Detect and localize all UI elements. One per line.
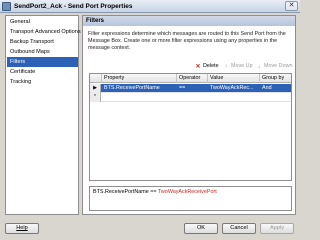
nav-item-backup-transport[interactable]: Backup Transport bbox=[7, 37, 78, 47]
column-header-property[interactable]: Property bbox=[102, 74, 177, 83]
nav-item-tracking[interactable]: Tracking bbox=[7, 77, 78, 87]
cell-property[interactable] bbox=[102, 93, 177, 102]
expression-property: BTS.ReceivePortName bbox=[93, 189, 149, 195]
nav-item-transport-advanced-options[interactable]: Transport Advanced Options bbox=[7, 27, 81, 37]
cell-value[interactable]: TwoWayAckRec... bbox=[208, 84, 260, 93]
move-down-icon: ↓ bbox=[257, 64, 261, 70]
title-bar: SendPort2_Ack - Send Port Properties ✕ bbox=[0, 0, 300, 13]
close-button[interactable]: ✕ bbox=[285, 1, 298, 11]
nav-item-general[interactable]: General bbox=[7, 17, 78, 27]
nav-item-certificate[interactable]: Certificate bbox=[7, 67, 78, 77]
column-header-group-by[interactable]: Group by bbox=[260, 74, 291, 83]
grid-corner bbox=[90, 74, 102, 83]
grid-header: Property Operator Value Group by bbox=[90, 74, 291, 83]
column-header-operator[interactable]: Operator bbox=[177, 74, 208, 83]
panel-header: Filters bbox=[83, 16, 295, 26]
delete-button[interactable]: ✕ Delete bbox=[195, 62, 219, 70]
move-up-icon: ↑ bbox=[224, 64, 228, 70]
panel-description: Filter expressions determine which messa… bbox=[88, 31, 286, 51]
table-row[interactable]: ▶ BTS.ReceivePortName == TwoWayAckRec...… bbox=[90, 84, 291, 93]
nav-item-outbound-maps[interactable]: Outbound Maps bbox=[7, 47, 78, 57]
table-row-new[interactable]: * bbox=[90, 93, 291, 102]
expression-value: TwoWayAckReceivePort bbox=[157, 189, 217, 195]
cell-value[interactable] bbox=[208, 93, 260, 102]
delete-label: Delete bbox=[203, 63, 219, 69]
close-icon: ✕ bbox=[288, 2, 295, 9]
cancel-button[interactable]: Cancel bbox=[222, 223, 256, 234]
column-header-value[interactable]: Value bbox=[208, 74, 260, 83]
dialog-body: General Transport Advanced Options Backu… bbox=[0, 13, 300, 240]
cell-group-by[interactable]: And bbox=[260, 84, 291, 93]
filters-panel: Filters Filter expressions determine whi… bbox=[82, 15, 296, 215]
move-down-button[interactable]: ↓ Move Down bbox=[256, 62, 293, 70]
nav-item-filters[interactable]: Filters bbox=[7, 57, 78, 67]
move-up-label: Move Up bbox=[231, 63, 253, 69]
move-up-button[interactable]: ↑ Move Up bbox=[223, 62, 253, 70]
window-title: SendPort2_Ack - Send Port Properties bbox=[14, 3, 133, 10]
ok-button[interactable]: OK bbox=[184, 223, 218, 234]
move-down-label: Move Down bbox=[264, 63, 293, 69]
expression-preview: BTS.ReceivePortName == TwoWayAckReceiveP… bbox=[89, 186, 292, 211]
delete-icon: ✕ bbox=[195, 64, 201, 70]
cell-operator[interactable] bbox=[177, 93, 208, 102]
app-icon bbox=[2, 2, 11, 11]
cell-property[interactable]: BTS.ReceivePortName bbox=[102, 84, 177, 93]
help-button[interactable]: Help bbox=[5, 223, 39, 234]
apply-button[interactable]: Apply bbox=[260, 223, 294, 234]
expression-operator: == bbox=[150, 189, 157, 195]
cell-group-by[interactable] bbox=[260, 93, 291, 102]
row-marker: ▶ bbox=[90, 84, 101, 93]
cell-operator[interactable]: == bbox=[177, 84, 208, 93]
new-row-marker: * bbox=[90, 93, 101, 102]
settings-nav: General Transport Advanced Options Backu… bbox=[5, 15, 81, 215]
filter-grid[interactable]: Property Operator Value Group by ▶ BTS.R… bbox=[89, 73, 292, 181]
